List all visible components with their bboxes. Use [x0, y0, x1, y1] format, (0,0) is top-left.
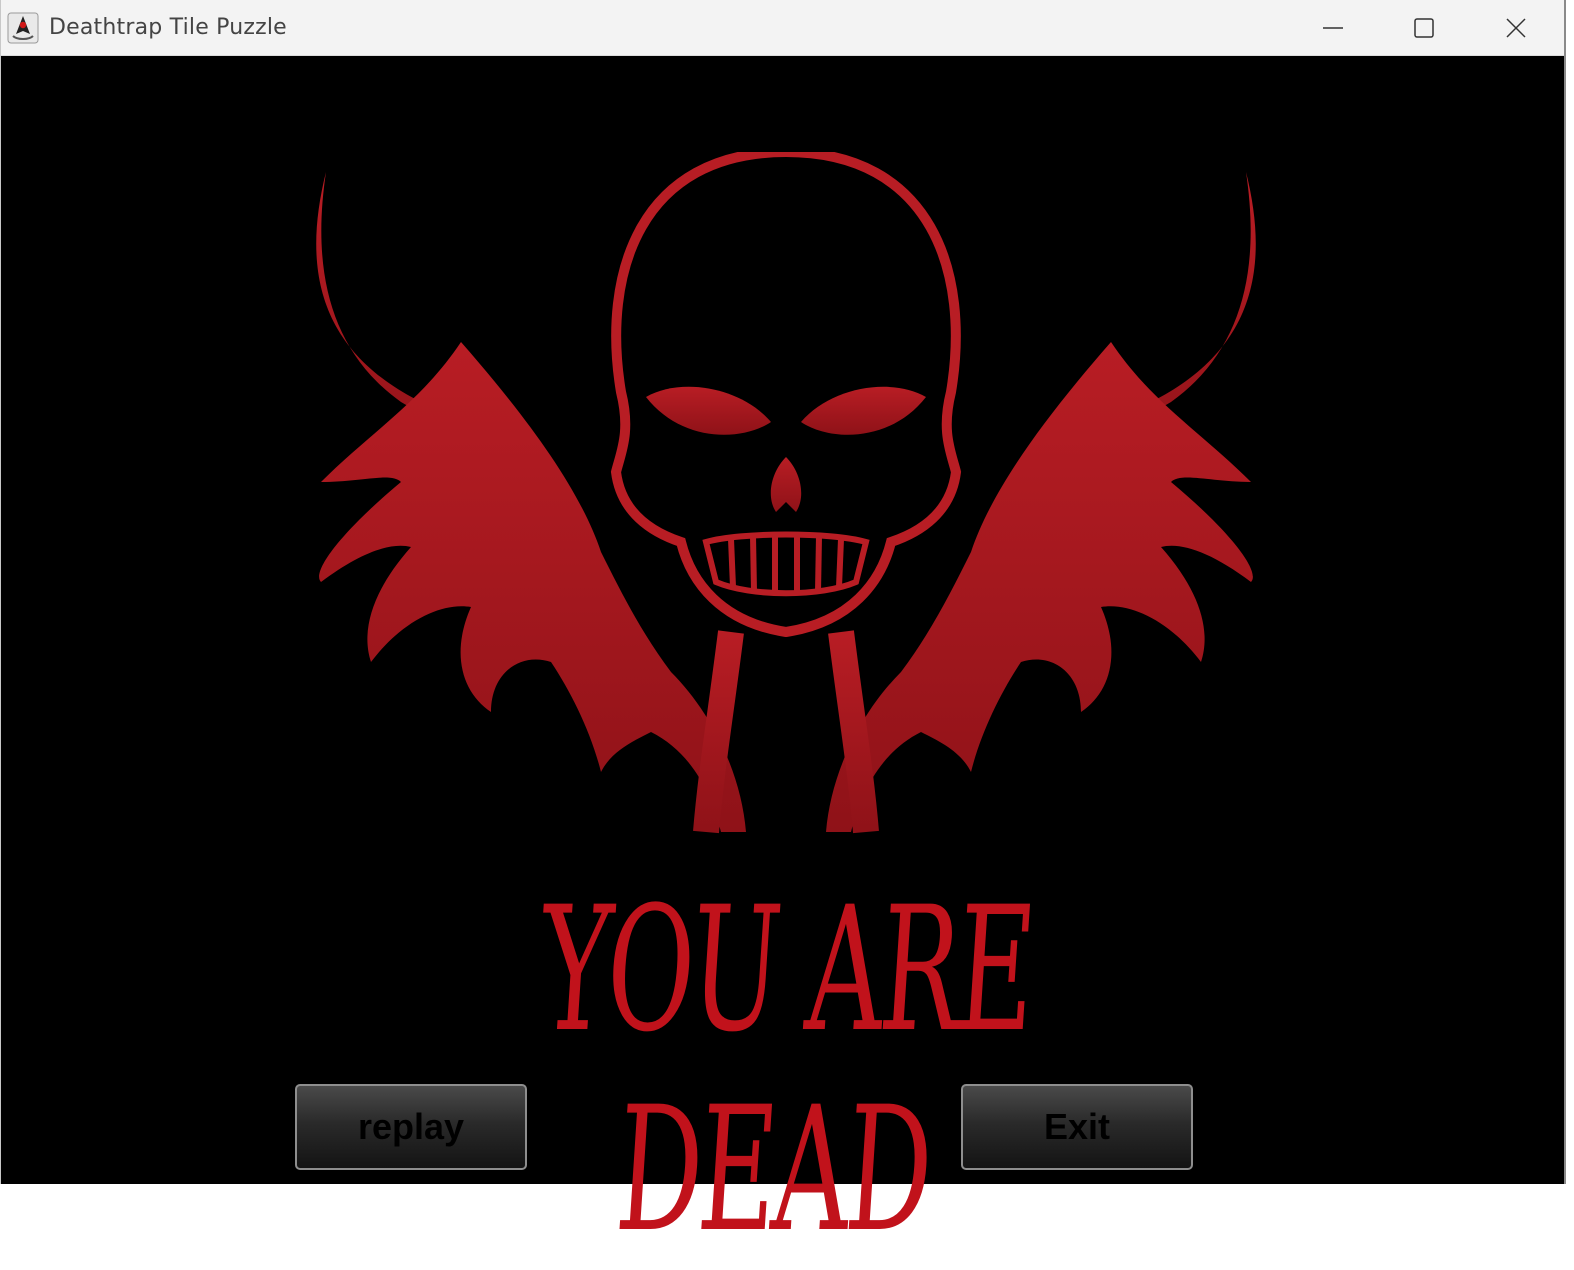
minimize-icon: [1322, 17, 1344, 39]
maximize-icon: [1413, 17, 1435, 39]
close-button[interactable]: [1471, 0, 1561, 56]
close-icon: [1505, 17, 1527, 39]
skull-teeth: [702, 531, 870, 597]
title-bar[interactable]: Deathtrap Tile Puzzle: [1, 0, 1564, 56]
minimize-button[interactable]: [1288, 0, 1378, 56]
window-title: Deathtrap Tile Puzzle: [49, 15, 287, 40]
winged-skull-illustration: YOU ARE DEAD: [301, 146, 1271, 1270]
skull-nose: [770, 457, 802, 512]
left-eye: [646, 386, 771, 435]
skull-art-svg: [316, 146, 1256, 834]
java-duke-icon[interactable]: [7, 12, 39, 44]
game-over-panel: YOU ARE DEAD replay Exit: [1, 56, 1564, 1270]
right-eye: [801, 386, 926, 435]
replay-button[interactable]: replay: [295, 1084, 527, 1170]
game-over-headline: YOU ARE DEAD: [534, 869, 1038, 1270]
exit-button[interactable]: Exit: [961, 1084, 1193, 1170]
app-window: Deathtrap Tile Puzzle YOU ARE DEAD repla…: [0, 0, 1566, 1270]
maximize-button[interactable]: [1379, 0, 1469, 56]
